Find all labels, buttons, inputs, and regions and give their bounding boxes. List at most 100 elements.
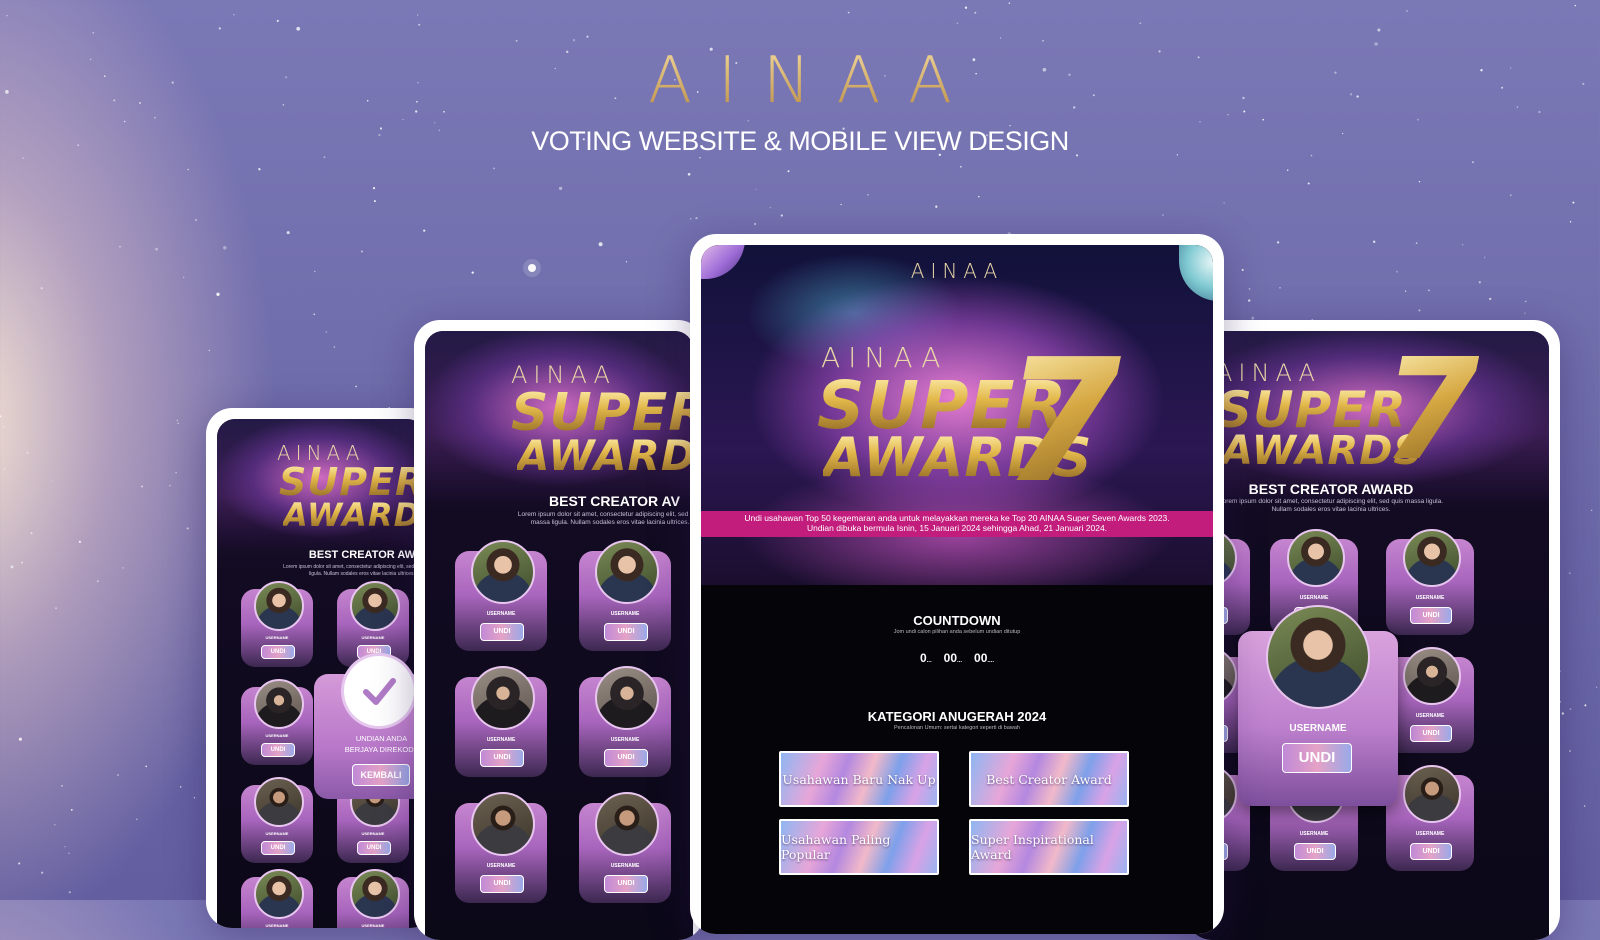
hero-awards-text: AWARDS [283,499,425,531]
tablet-mockup-home: AINAA AINAA SUPER AWARDS 7 Undi usahawan… [690,234,1224,934]
back-button[interactable]: KEMBALI [352,764,410,786]
candidate-card: USERNAME UNDI [241,776,313,863]
vote-button[interactable]: UNDI [480,875,524,893]
candidate-card: USERNAME UNDI [455,540,547,651]
success-message-line1: UNDIAN ANDA [355,734,408,743]
candidate-username: USERNAME [1299,831,1329,837]
award-description: Lorem ipsum dolor sit amet, consectetur … [517,511,693,526]
vote-button[interactable]: UNDI [1410,725,1452,742]
candidate-username: USERNAME [361,635,385,640]
countdown-subtitle: Jom undi calon pilihan anda sebelum undi… [893,629,1021,635]
mobile-mockup-selected: AINAA SUPER AWARDS 7 BEST CREATOR AWARD … [1186,320,1560,940]
candidate-card: USERNAME UNDI [455,666,547,777]
candidate-photo [471,792,535,857]
success-message-line2: BERJAYA DIREKODKAN ! [344,745,425,754]
candidate-card: USERNAME UNDI [579,666,671,777]
candidate-card: USERNAMEUNDI [1386,529,1474,635]
countdown-hours: 00 [943,651,957,665]
candidate-photo [254,678,304,729]
candidate-photo [1403,765,1461,824]
vote-button[interactable]: UNDI [261,841,295,855]
tablet-screen: AINAA AINAA SUPER AWARDS 7 Undi usahawan… [701,245,1213,934]
candidate-username: USERNAME [486,611,516,617]
candidate-card: USERNAME UNDI [579,540,671,651]
candidate-photo [1266,605,1370,709]
ainaa-logo: AINAA [0,46,1600,116]
candidate-username: USERNAME [265,831,289,836]
candidate-username: USERNAME [1415,713,1445,719]
vote-button[interactable]: UNDI [604,749,648,767]
candidate-photo [471,540,535,605]
mobile-screen: AINAA SUPER AWARDS BEST CREATOR AW Lorem… [217,419,425,928]
candidate-username: USERNAME [1289,723,1347,734]
candidate-username: USERNAME [486,863,516,869]
candidate-photo [471,666,535,731]
vote-button[interactable]: UNDI [480,623,524,641]
category-usahawan-popular-button[interactable]: Usahawan Paling Popular [779,819,939,875]
candidate-username: USERNAME [610,737,640,743]
vote-button[interactable]: UNDI [261,645,295,659]
candidate-photo [350,868,400,919]
category-usahawan-baru-button[interactable]: Usahawan Baru Nak Up [779,751,939,807]
candidate-card: USERNAMEUNDI [337,868,409,928]
candidate-card: USERNAME UNDI [241,678,313,765]
award-description: Lorem ipsum dolor sit amet, consectetur … [283,564,425,577]
vote-button[interactable]: UNDI [1410,843,1452,860]
candidate-card: USERNAME UNDI [241,580,313,667]
candidate-card: USERNAMEUNDI [1386,765,1474,871]
candidate-card: USERNAME UNDI [455,792,547,903]
countdown-days: 0 [919,651,927,665]
candidate-username: USERNAME [265,733,289,738]
candidate-photo [1403,647,1461,706]
vote-button[interactable]: UNDI [604,623,648,641]
vote-button[interactable]: UNDI [1410,607,1452,624]
candidate-username: USERNAME [361,923,385,928]
candidate-username: USERNAME [265,923,289,928]
countdown-title: COUNTDOWN [913,613,1001,628]
candidate-photo [254,580,304,631]
banner-line1: Undi usahawan Top 50 kegemaran anda untu… [744,513,1170,523]
vote-button[interactable]: UNDI [1294,843,1336,860]
categories-title: KATEGORI ANUGERAH 2024 [867,709,1047,724]
award-title: BEST CREATOR AV [549,493,680,509]
vote-button[interactable]: UNDI [357,841,391,855]
mobile-screen: AINAA SUPER AWARDS 7 BEST CREATOR AWARD … [1186,331,1549,940]
candidate-username: USERNAME [610,611,640,617]
selected-candidate-card: USERNAME UNDI [1238,605,1398,806]
candidate-username: USERNAME [265,635,289,640]
hero-seven-numeral: 7 [1003,323,1122,521]
nav-logo[interactable]: AINAA [701,259,1213,283]
candidate-photo [254,776,304,827]
hero-banner: AINAA SUPER AWARDS [425,331,693,501]
countdown-minutes: 00 [974,651,988,665]
category-super-inspirational-button[interactable]: Super Inspirational Award [969,819,1129,875]
categories-subtitle: Pencalonan Umum: sertai kategori seperti… [894,725,1020,731]
hero-banner: AINAA SUPER AWARDS 7 [1186,331,1549,501]
candidate-username: USERNAME [361,831,385,836]
candidate-photo [1287,529,1345,588]
vote-button[interactable]: UNDI [604,875,648,893]
vote-button[interactable]: UNDI [261,743,295,757]
hero-awards-text: AWARDS [517,435,693,477]
decor-ring-icon [1179,245,1213,301]
candidate-photo [595,666,659,731]
candidate-photo [1403,529,1461,588]
announcement-banner: Undi usahawan Top 50 kegemaran anda untu… [701,511,1213,537]
mobile-screen: AINAA SUPER AWARDS BEST CREATOR AV Lorem… [425,331,693,940]
award-description: Lorem ipsum dolor sit amet, consectetur … [1219,498,1443,513]
vote-button[interactable]: UNDI [1282,743,1352,773]
candidate-card: USERNAME UNDI [579,792,671,903]
candidate-card: USERNAMEUNDI [337,580,409,667]
countdown-timer: 0... 00... 00.... [919,651,995,665]
candidate-username: USERNAME [486,737,516,743]
candidate-username: USERNAME [610,863,640,869]
vote-button[interactable]: UNDI [480,749,524,767]
brand-header: AINAA VOTING WEBSITE & MOBILE VIEW DESIG… [0,46,1600,157]
candidate-photo [254,868,304,919]
award-title: BEST CREATOR AWARD [1248,481,1414,497]
mobile-mockup-confirm: AINAA SUPER AWARDS BEST CREATOR AW Lorem… [206,408,436,928]
candidate-photo [595,792,659,857]
category-best-creator-button[interactable]: Best Creator Award [969,751,1129,807]
hero-seven-numeral: 7 [1382,331,1480,492]
vote-success-card: UNDIAN ANDA BERJAYA DIREKODKAN ! KEMBALI [314,656,425,799]
